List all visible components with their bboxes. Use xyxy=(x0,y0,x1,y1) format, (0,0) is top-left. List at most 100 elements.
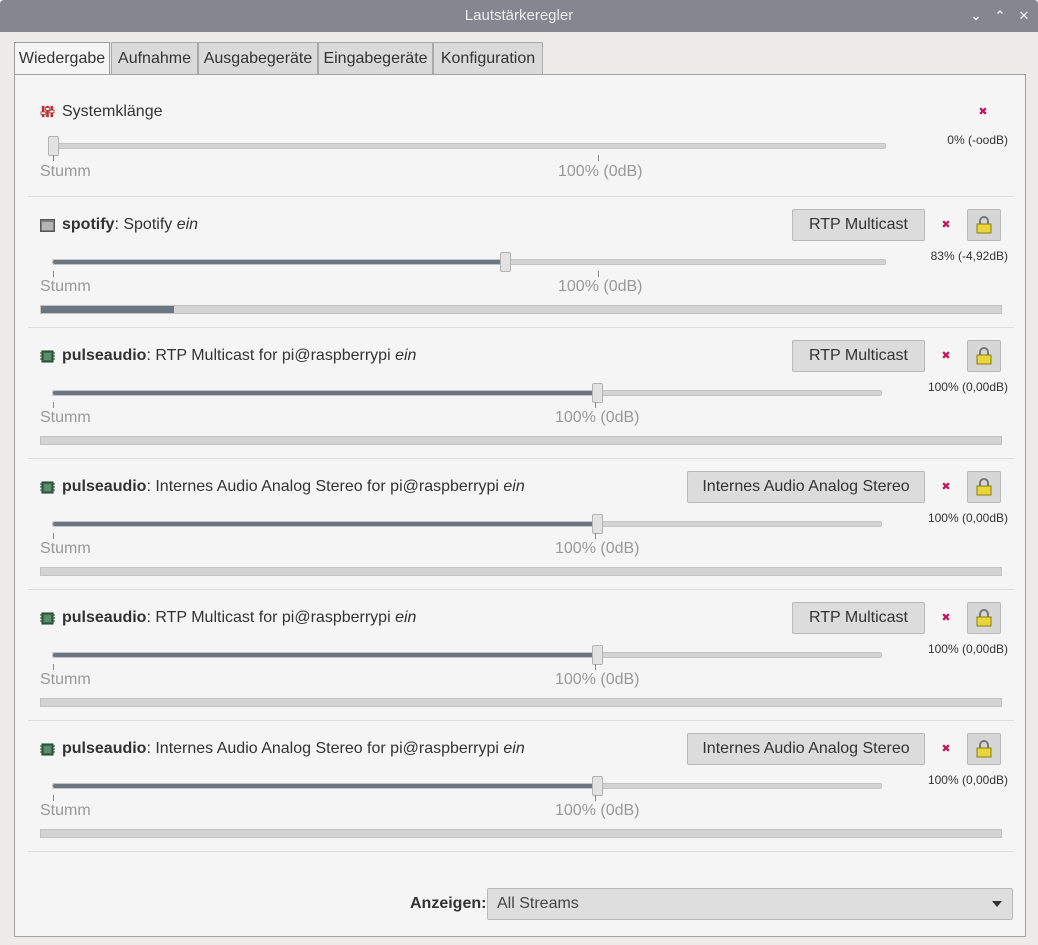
select-value: All Streams xyxy=(497,895,579,912)
lock-button[interactable] xyxy=(967,471,1001,503)
minimize-icon[interactable]: ⌄ xyxy=(968,8,984,24)
mute-icon[interactable]: ✖ xyxy=(976,105,990,119)
system-sounds-row: Systemklänge ✖ 0% (-oodB) Stumm 100% (0d… xyxy=(28,75,1014,197)
stream-state: ein xyxy=(395,609,417,626)
lock-button[interactable] xyxy=(967,209,1001,241)
stream-row: pulseaudio: Internes Audio Analog Stereo… xyxy=(28,721,1014,852)
mute-icon[interactable]: ✖ xyxy=(939,742,953,756)
slider-thumb[interactable] xyxy=(592,645,603,665)
stream-state: ein xyxy=(395,347,417,364)
stream-app: pulseaudio xyxy=(62,478,147,495)
lock-button[interactable] xyxy=(967,733,1001,765)
stream-app: spotify xyxy=(62,216,115,233)
lock-button[interactable] xyxy=(967,340,1001,372)
stream-app: pulseaudio xyxy=(62,609,147,626)
tick-100 xyxy=(595,402,596,408)
tick-100 xyxy=(598,155,599,161)
scale-min-label: Stumm xyxy=(40,802,91,819)
slider-thumb[interactable] xyxy=(592,383,603,403)
stream-name: RTP Multicast for pi@raspberrypi xyxy=(155,347,391,364)
stream-app: pulseaudio xyxy=(62,347,147,364)
equalizer-icon xyxy=(40,105,55,118)
scale-mid-label: 100% (0dB) xyxy=(555,802,640,819)
mute-icon[interactable]: ✖ xyxy=(939,480,953,494)
tick-100 xyxy=(598,271,599,277)
title-bar: Lautstärkeregler ⌄ ⌃ ✕ xyxy=(0,0,1038,32)
tab-eingabegeraete[interactable]: Eingabegeräte xyxy=(318,42,433,74)
stream-name: RTP Multicast for pi@raspberrypi xyxy=(155,609,391,626)
volume-readout: 100% (0,00dB) xyxy=(927,511,1008,525)
show-streams-select[interactable]: All Streams xyxy=(487,888,1013,920)
stream-state: ein xyxy=(503,740,525,757)
volume-slider[interactable] xyxy=(52,514,882,534)
scale-mid-label: 100% (0dB) xyxy=(558,163,643,180)
stream-state: ein xyxy=(176,216,199,233)
tab-aufnahme[interactable]: Aufnahme xyxy=(111,42,198,74)
playback-panel: Systemklänge ✖ 0% (-oodB) Stumm 100% (0d… xyxy=(14,74,1026,937)
mute-icon[interactable]: ✖ xyxy=(939,349,953,363)
slider-thumb[interactable] xyxy=(500,252,511,272)
chip-icon xyxy=(40,743,55,756)
stream-row: pulseaudio: RTP Multicast for pi@raspber… xyxy=(28,328,1014,459)
lock-icon xyxy=(976,216,992,234)
scale-mid-label: 100% (0dB) xyxy=(555,671,640,688)
level-meter xyxy=(40,698,1002,707)
tick-mute xyxy=(53,533,54,539)
show-label: Anzeigen: xyxy=(410,895,487,912)
volume-slider[interactable] xyxy=(52,776,882,796)
tab-ausgabegeraete[interactable]: Ausgabegeräte xyxy=(198,42,318,74)
volume-slider[interactable] xyxy=(48,136,886,156)
volume-slider[interactable] xyxy=(52,252,886,272)
mute-icon[interactable]: ✖ xyxy=(939,611,953,625)
stream-name: Internes Audio Analog Stereo for pi@rasp… xyxy=(155,740,499,757)
stream-label: pulseaudio: RTP Multicast for pi@raspber… xyxy=(62,609,417,626)
stream-row: pulseaudio: RTP Multicast for pi@raspber… xyxy=(28,590,1014,721)
maximize-icon[interactable]: ⌃ xyxy=(992,8,1008,24)
scale-min-label: Stumm xyxy=(40,278,91,295)
scale-mid-label: 100% (0dB) xyxy=(558,278,643,295)
device-button[interactable]: RTP Multicast xyxy=(792,602,925,634)
volume-readout: 83% (-4,92dB) xyxy=(930,249,1008,263)
slider-thumb[interactable] xyxy=(592,514,603,534)
device-button[interactable]: Internes Audio Analog Stereo xyxy=(687,733,925,765)
tab-wiedergabe[interactable]: Wiedergabe xyxy=(14,42,110,76)
scale-mid-label: 100% (0dB) xyxy=(555,540,640,557)
tick-100 xyxy=(595,795,596,801)
lock-icon xyxy=(976,740,992,758)
chip-icon xyxy=(40,481,55,494)
device-button[interactable]: RTP Multicast xyxy=(792,209,925,241)
system-sounds-label: Systemklänge xyxy=(62,103,163,120)
tick-mute xyxy=(53,664,54,670)
tick-mute xyxy=(53,402,54,408)
window-icon xyxy=(40,219,55,232)
device-button[interactable]: RTP Multicast xyxy=(792,340,925,372)
volume-readout: 0% (-oodB) xyxy=(947,133,1008,147)
volume-slider[interactable] xyxy=(52,645,882,665)
level-meter xyxy=(40,436,1002,445)
tab-konfiguration[interactable]: Konfiguration xyxy=(433,42,543,74)
chip-icon xyxy=(40,612,55,625)
chip-icon xyxy=(40,350,55,363)
tick-100 xyxy=(595,664,596,670)
mute-icon[interactable]: ✖ xyxy=(939,218,953,232)
lock-button[interactable] xyxy=(967,602,1001,634)
scale-min-label: Stumm xyxy=(40,409,91,426)
lock-icon xyxy=(976,347,992,365)
scale-min-label: Stumm xyxy=(40,540,91,557)
tick-100 xyxy=(595,533,596,539)
slider-thumb[interactable] xyxy=(592,776,603,796)
close-icon[interactable]: ✕ xyxy=(1016,8,1032,24)
stream-row: pulseaudio: Internes Audio Analog Stereo… xyxy=(28,459,1014,590)
tick-mute xyxy=(53,155,54,161)
scale-mid-label: 100% (0dB) xyxy=(555,409,640,426)
lock-icon xyxy=(976,609,992,627)
slider-thumb[interactable] xyxy=(48,136,59,156)
volume-slider[interactable] xyxy=(52,383,882,403)
window-title: Lautstärkeregler xyxy=(464,7,574,24)
stream-label: pulseaudio: Internes Audio Analog Stereo… xyxy=(62,478,525,495)
device-button[interactable]: Internes Audio Analog Stereo xyxy=(687,471,925,503)
scale-min-label: Stumm xyxy=(40,163,91,180)
stream-label: spotify: Spotify ein xyxy=(62,216,199,233)
stream-label: pulseaudio: RTP Multicast for pi@raspber… xyxy=(62,347,417,364)
level-meter xyxy=(40,567,1002,576)
